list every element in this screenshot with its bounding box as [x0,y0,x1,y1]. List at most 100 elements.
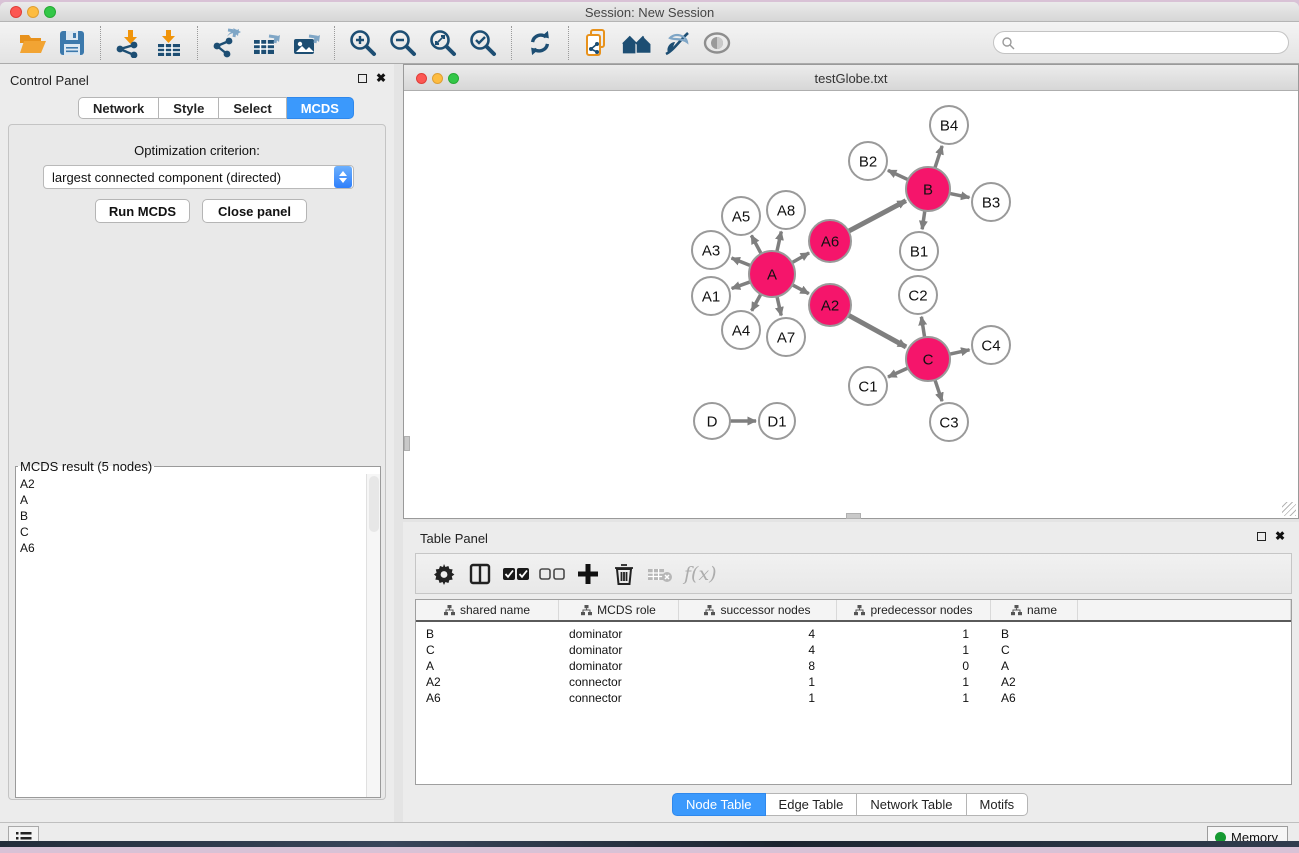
column-selector-button[interactable] [464,558,496,590]
graph-node-C1[interactable]: C1 [849,367,887,405]
tab-node-table[interactable]: Node Table [672,793,766,816]
search-input[interactable] [993,31,1289,54]
table-cell[interactable]: connector [559,674,679,690]
close-panel-icon[interactable]: ✖ [376,73,386,83]
graph-edge-B-B3[interactable] [950,193,970,197]
graph-node-A3[interactable]: A3 [692,231,730,269]
delete-table-button[interactable] [644,558,676,590]
run-mcds-button[interactable]: Run MCDS [95,199,190,223]
graph-edge-A-A3[interactable] [731,258,750,266]
window-titlebar[interactable]: Session: New Session [0,2,1299,22]
mcds-result-item[interactable]: C [20,524,366,540]
select-all-columns-button[interactable] [500,558,532,590]
delete-column-button[interactable] [608,558,640,590]
window-resize-grip[interactable] [1282,502,1296,516]
table-cell[interactable]: 1 [837,642,991,658]
graph-edge-A2-C[interactable] [848,315,906,347]
zoom-out-button[interactable] [383,25,423,61]
refresh-view-button[interactable] [520,25,560,61]
graph-node-A6[interactable]: A6 [809,220,851,262]
column-header-MCDS-role[interactable]: MCDS role [559,600,679,620]
graph-node-C4[interactable]: C4 [972,326,1010,364]
table-cell[interactable]: 4 [679,626,837,642]
table-cell[interactable]: connector [559,690,679,706]
graph-node-C2[interactable]: C2 [899,276,937,314]
canvas-horizontal-scroll-thumb[interactable] [846,513,861,519]
graph-node-A2[interactable]: A2 [809,284,851,326]
table-cell[interactable]: 1 [679,674,837,690]
graph-node-C[interactable]: C [906,337,950,381]
graph-node-A1[interactable]: A1 [692,277,730,315]
tab-edge-table[interactable]: Edge Table [766,793,858,816]
export-image-button[interactable] [286,25,326,61]
graph-edge-B-B1[interactable] [922,211,925,229]
graph-node-A5[interactable]: A5 [722,197,760,235]
tab-select[interactable]: Select [219,97,286,119]
tab-network-table[interactable]: Network Table [857,793,966,816]
table-row[interactable]: Adominator80A [416,658,1291,674]
network-window-titlebar[interactable]: testGlobe.txt [404,65,1298,91]
table-cell[interactable]: B [416,626,559,642]
graph-node-D[interactable]: D [694,403,730,439]
graph-node-A8[interactable]: A8 [767,191,805,229]
table-cell[interactable]: C [416,642,559,658]
graph-node-A7[interactable]: A7 [767,318,805,356]
table-cell[interactable]: 1 [837,674,991,690]
save-session-button[interactable] [52,25,92,61]
import-table-button[interactable] [149,25,189,61]
mcds-result-item[interactable]: A2 [20,476,366,492]
graph-edge-B-B2[interactable] [888,170,908,179]
graph-edge-B-B4[interactable] [935,146,942,168]
vizmapper-button[interactable] [657,25,697,61]
mcds-result-item[interactable]: B [20,508,366,524]
table-cell[interactable]: A [991,658,1078,674]
column-header-successor-nodes[interactable]: successor nodes [679,600,837,620]
open-file-button[interactable] [12,25,52,61]
network-canvas[interactable]: B4B2BB3A5A8A6A3B1AA1C2A2A4A7C4CC1C3DD1 [405,92,1297,518]
graph-edge-C-C3[interactable] [935,380,942,401]
zoom-fit-button[interactable] [423,25,463,61]
graph-edge-C-C2[interactable] [921,317,924,338]
tab-mcds[interactable]: MCDS [287,97,354,119]
table-cell[interactable]: A2 [991,674,1078,690]
zoom-in-button[interactable] [343,25,383,61]
table-row[interactable]: Cdominator41C [416,642,1291,658]
table-cell[interactable]: A6 [416,690,559,706]
table-cell[interactable]: 1 [837,626,991,642]
graph-edge-C-C1[interactable] [888,368,908,377]
table-cell[interactable]: 4 [679,642,837,658]
float-panel-icon[interactable] [358,74,367,83]
graph-node-C3[interactable]: C3 [930,403,968,441]
table-settings-button[interactable] [428,558,460,590]
table-cell[interactable]: C [991,642,1078,658]
graph-edge-A-A1[interactable] [732,282,751,289]
table-cell[interactable]: dominator [559,658,679,674]
graph-edge-A-A5[interactable] [751,235,761,253]
graph-edge-A-A8[interactable] [777,231,781,251]
graph-edge-A-A2[interactable] [792,285,809,294]
mcds-result-item[interactable]: A [20,492,366,508]
mcds-result-item[interactable]: A6 [20,540,366,556]
export-table-button[interactable] [246,25,286,61]
graph-node-B1[interactable]: B1 [900,232,938,270]
table-cell[interactable]: 1 [837,690,991,706]
new-network-from-selection-button[interactable] [577,25,617,61]
table-cell[interactable]: dominator [559,642,679,658]
tab-motifs[interactable]: Motifs [967,793,1029,816]
graph-edge-A6-B[interactable] [849,201,906,231]
table-row[interactable]: A6connector11A6 [416,690,1291,706]
graph-edge-A-A7[interactable] [777,296,781,315]
tab-style[interactable]: Style [159,97,219,119]
close-table-panel-icon[interactable]: ✖ [1275,531,1285,541]
column-header-name[interactable]: name [991,600,1078,620]
table-row[interactable]: A2connector11A2 [416,674,1291,690]
canvas-vertical-scroll-thumb[interactable] [404,436,410,451]
table-cell[interactable]: dominator [559,626,679,642]
table-cell[interactable]: B [991,626,1078,642]
column-header-predecessor-nodes[interactable]: predecessor nodes [837,600,991,620]
table-row[interactable]: Bdominator41B [416,626,1291,642]
tab-network[interactable]: Network [78,97,159,119]
graph-node-B[interactable]: B [906,167,950,211]
table-cell[interactable]: A [416,658,559,674]
table-cell[interactable]: A6 [991,690,1078,706]
